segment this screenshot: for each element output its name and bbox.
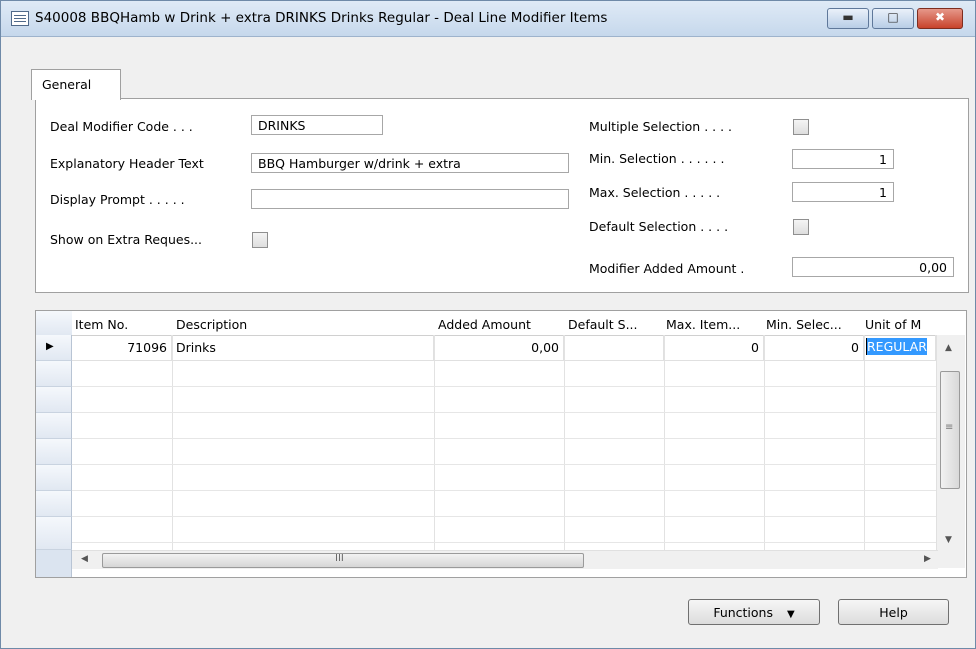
modifier-added-amount-field[interactable]: 0,00 [792, 257, 954, 277]
hscroll-grip-icon: III [335, 553, 344, 564]
scroll-down-arrow-icon[interactable]: ▼ [945, 535, 952, 545]
explanatory-header-text-field[interactable]: BBQ Hamburger w/drink + extra [251, 153, 569, 173]
horizontal-scroll-thumb[interactable]: III [102, 553, 584, 568]
default-selection-label: Default Selection . . . . [589, 219, 729, 234]
min-selection-field[interactable]: 1 [792, 149, 894, 169]
row-selector[interactable] [36, 439, 72, 465]
window-title: S40008 BBQHamb w Drink + extra DRINKS Dr… [35, 10, 608, 26]
close-icon: ✖ [934, 10, 946, 24]
max-selection-label: Max. Selection . . . . . [589, 185, 721, 200]
help-button[interactable]: Help [838, 599, 949, 625]
minimize-button[interactable]: ▬ [827, 8, 869, 29]
default-selection-checkbox[interactable] [793, 219, 809, 235]
deal-modifier-code-field[interactable]: DRINKS [251, 115, 383, 135]
tab-general[interactable]: General [31, 69, 121, 100]
vertical-scroll-thumb[interactable]: ≡ [940, 371, 960, 489]
scroll-right-arrow-icon[interactable]: ▶ [924, 554, 931, 564]
horizontal-scrollbar[interactable]: ◀ III ▶ [72, 550, 938, 569]
tab-general-label: General [42, 77, 92, 92]
multiple-selection-label: Multiple Selection . . . . [589, 119, 733, 134]
row-selector[interactable] [36, 491, 72, 517]
row-selector[interactable] [36, 413, 72, 439]
show-on-extra-request-label: Show on Extra Reques... [50, 232, 203, 247]
column-header-added-amount[interactable]: Added Amount [434, 311, 564, 336]
modifier-items-grid: Item No. Description Added Amount Defaul… [35, 310, 967, 578]
cell-unit-of-measure[interactable]: REGULAR [864, 335, 936, 361]
multiple-selection-checkbox[interactable] [793, 119, 809, 135]
cell-default-selection[interactable] [564, 335, 664, 361]
column-header-max-item[interactable]: Max. Item... [664, 311, 764, 336]
vertical-scrollbar[interactable]: ▲ ≡ ▼ [936, 335, 965, 568]
minimize-icon: ▬ [842, 10, 854, 24]
general-panel: Deal Modifier Code . . . DRINKS Explanat… [35, 98, 969, 293]
display-prompt-field[interactable] [251, 189, 569, 209]
row-selector-active[interactable]: ▶ [36, 335, 72, 361]
column-header-item-no[interactable]: Item No. [72, 311, 172, 336]
column-header-default-selection[interactable]: Default S... [564, 311, 664, 336]
explanatory-header-text-label: Explanatory Header Text [50, 156, 204, 171]
column-header-unit-of-measure[interactable]: Unit of M [864, 311, 936, 336]
scroll-up-arrow-icon[interactable]: ▲ [945, 343, 952, 353]
cell-description[interactable]: Drinks [172, 335, 434, 361]
current-row-arrow-icon: ▶ [46, 341, 54, 352]
display-prompt-label: Display Prompt . . . . . [50, 192, 185, 207]
maximize-icon: □ [887, 10, 899, 24]
column-header-description[interactable]: Description [172, 311, 434, 336]
cell-max-item[interactable]: 0 [664, 335, 764, 361]
help-button-label: Help [879, 605, 908, 620]
max-selection-field[interactable]: 1 [792, 182, 894, 202]
grid-corner [36, 311, 72, 336]
title-bar[interactable]: S40008 BBQHamb w Drink + extra DRINKS Dr… [1, 1, 975, 37]
deal-line-modifier-items-window: S40008 BBQHamb w Drink + extra DRINKS Dr… [0, 0, 976, 649]
modifier-added-amount-label: Modifier Added Amount . [589, 261, 745, 276]
cell-min-selection[interactable]: 0 [764, 335, 864, 361]
scroll-left-arrow-icon[interactable]: ◀ [81, 554, 88, 564]
min-selection-label: Min. Selection . . . . . . [589, 151, 725, 166]
unit-of-measure-selected-text: REGULAR [866, 338, 927, 355]
functions-button-label: Functions [713, 605, 773, 620]
row-selector[interactable] [36, 387, 72, 413]
grip-icon: ≡ [945, 422, 954, 433]
deal-modifier-code-label: Deal Modifier Code . . . [50, 119, 193, 134]
close-button[interactable]: ✖ [917, 8, 963, 29]
grid-corner-bottom [36, 550, 72, 577]
column-header-min-selection[interactable]: Min. Selec... [764, 311, 864, 336]
row-selector[interactable] [36, 465, 72, 491]
dropdown-arrow-icon: ▼ [786, 609, 795, 620]
row-selector[interactable] [36, 517, 72, 550]
form-icon [11, 11, 29, 26]
row-selector[interactable] [36, 361, 72, 387]
show-on-extra-request-checkbox[interactable] [252, 232, 268, 248]
cell-added-amount[interactable]: 0,00 [434, 335, 564, 361]
functions-button[interactable]: Functions ▼ [688, 599, 820, 625]
maximize-button[interactable]: □ [872, 8, 914, 29]
cell-item-no[interactable]: 71096 [72, 335, 172, 361]
